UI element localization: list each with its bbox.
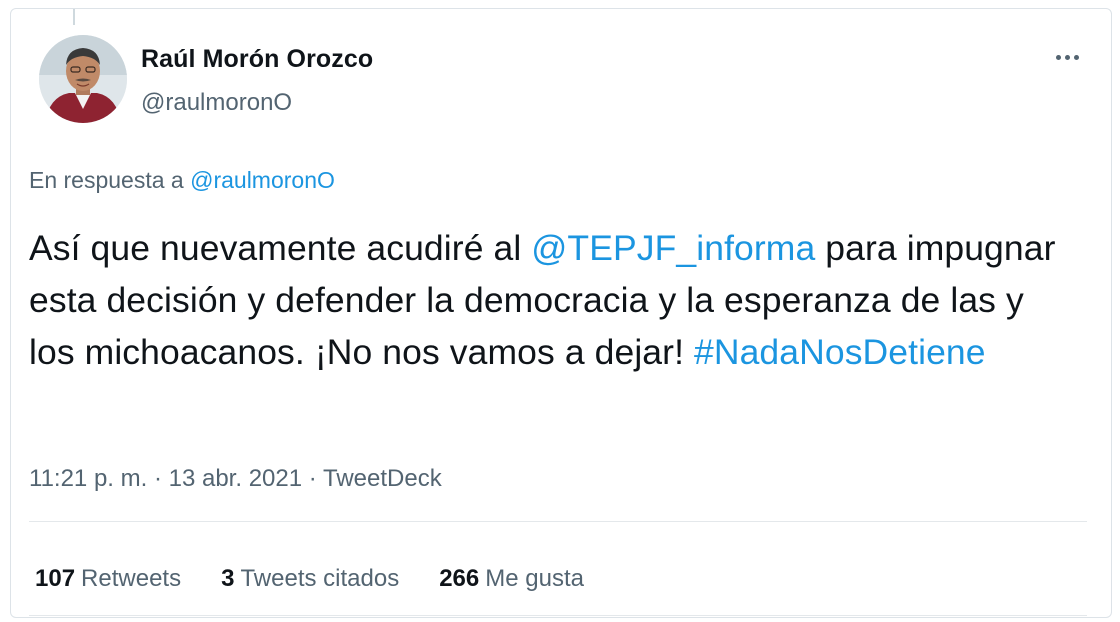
user-name[interactable]: Raúl Morón Orozco — [141, 45, 373, 74]
retweets-stat[interactable]: 107 Retweets — [35, 565, 181, 593]
stat-label: Retweets — [81, 565, 182, 592]
reply-prefix: En respuesta a — [29, 167, 191, 193]
stat-count: 3 — [221, 565, 235, 592]
hashtag-link[interactable]: #NadaNosDetiene — [694, 332, 986, 372]
meta-separator: · — [302, 465, 323, 492]
engagement-stats: 107 Retweets 3 Tweets citados 266 Me gusta — [35, 565, 584, 593]
tweet-text: Así que nuevamente acudiré al @TEPJF_inf… — [29, 222, 1069, 378]
reply-mention-link[interactable]: @raulmoronO — [190, 167, 335, 193]
divider — [29, 521, 1087, 522]
tweet-text-part1: Así que nuevamente acudiré al — [29, 228, 532, 268]
more-horizontal-icon-dot — [1055, 54, 1061, 60]
user-handle[interactable]: @raulmoronO — [141, 89, 292, 117]
divider — [29, 615, 1087, 616]
quote-tweets-stat[interactable]: 3 Tweets citados — [221, 565, 399, 593]
stat-count: 266 — [439, 565, 480, 592]
tweet-date[interactable]: 13 abr. 2021 — [169, 465, 302, 492]
more-options-button[interactable] — [1047, 43, 1087, 71]
tweet-metadata: 11:21 p. m. · 13 abr. 2021 · TweetDeck — [29, 465, 442, 493]
stat-count: 107 — [35, 565, 76, 592]
tweet-source-link[interactable]: TweetDeck — [323, 465, 442, 492]
user-avatar-photo-icon — [39, 35, 127, 123]
tweet-card: Raúl Morón Orozco @raulmoronO En respues… — [10, 8, 1112, 618]
avatar[interactable] — [39, 35, 127, 123]
stat-label: Me gusta — [485, 565, 584, 592]
more-horizontal-icon-dot — [1073, 54, 1079, 60]
tweet-time[interactable]: 11:21 p. m. — [29, 465, 147, 492]
meta-separator: · — [147, 465, 169, 492]
stat-label: Tweets citados — [240, 565, 400, 592]
thread-connector-line — [73, 9, 75, 25]
more-horizontal-icon-dot — [1064, 54, 1070, 60]
mention-link[interactable]: @TEPJF_informa — [531, 228, 815, 268]
likes-stat[interactable]: 266 Me gusta — [439, 565, 584, 593]
reply-context: En respuesta a @raulmoronO — [29, 167, 335, 194]
